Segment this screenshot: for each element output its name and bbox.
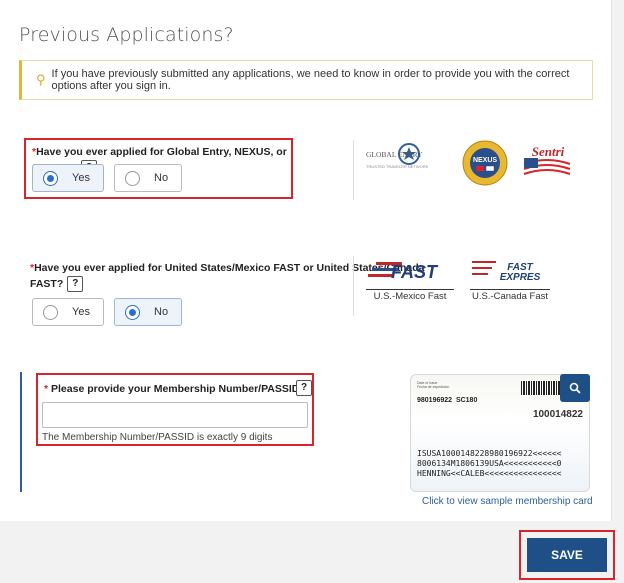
radio-empty-icon <box>43 304 58 320</box>
radio-fast-no[interactable]: No <box>114 298 182 326</box>
save-highlight: SAVE <box>519 530 615 580</box>
question-text-line2: FAST? <box>30 278 64 290</box>
global-entry-logo-subtext: TRUSTED TRAVELER NETWORK <box>366 164 429 169</box>
membership-hint: The Membership Number/PASSID is exactly … <box>42 432 273 443</box>
radio-empty-icon <box>125 170 140 186</box>
card-barcode <box>521 381 563 395</box>
nexus-logo-text: NEXUS <box>473 157 497 164</box>
fast-canada-logo: FAST EXPRES U.S.-Canada Fast <box>470 258 550 302</box>
radio-selected-icon <box>125 304 140 320</box>
svg-text:EXPRES: EXPRES <box>500 272 541 282</box>
divider <box>353 256 354 316</box>
global-entry-logo-text: GLOBAL ENTRY <box>366 150 423 159</box>
search-icon <box>569 382 581 394</box>
question-text: Please provide your Membership Number/PA… <box>51 383 300 395</box>
zoom-card-button[interactable] <box>560 374 590 402</box>
help-button[interactable]: ? <box>67 276 84 293</box>
radio-label: No <box>154 172 169 184</box>
page-title: Previous Applications? <box>19 24 234 46</box>
radio-global-entry-no[interactable]: No <box>114 164 182 192</box>
notice-text: If you have previously submitted any app… <box>51 68 570 92</box>
radio-label: No <box>154 306 169 318</box>
help-button[interactable]: ? <box>296 380 312 396</box>
main-card: Previous Applications? ⚲ If you have pre… <box>0 0 612 521</box>
required-asterisk: * <box>44 383 49 395</box>
fast-mexico-logo-text: FAST <box>391 262 439 282</box>
fast-mexico-caption: U.S.-Mexico Fast <box>366 289 454 302</box>
nexus-logo: NEXUS <box>462 140 508 186</box>
divider <box>353 140 354 200</box>
fast-canada-caption: U.S.-Canada Fast <box>470 289 550 302</box>
radio-selected-icon <box>43 170 58 186</box>
save-button[interactable]: SAVE <box>527 538 607 572</box>
radio-label: Yes <box>72 172 90 184</box>
sentri-logo: Sentri <box>522 142 572 182</box>
card-fine-print: Date of issue Fecha de expedicion <box>417 381 450 389</box>
membership-number-input[interactable] <box>42 402 308 428</box>
radio-fast-yes[interactable]: Yes <box>32 298 104 326</box>
question-membership-label: * Please provide your Membership Number/… <box>44 381 299 397</box>
view-sample-card-link[interactable]: Click to view sample membership card <box>422 496 593 507</box>
global-entry-logo: GLOBAL ENTRY TRUSTED TRAVELER NETWORK <box>364 142 454 174</box>
lightbulb-icon: ⚲ <box>36 72 46 87</box>
radio-label: Yes <box>72 306 90 318</box>
card-mrz: ISUSA1000148228980196922<<<<<< 8006134M1… <box>417 449 562 478</box>
question-fast-label-line2: FAST?? <box>30 276 84 293</box>
radio-global-entry-yes[interactable]: Yes <box>32 164 104 192</box>
card-number: 100014822 <box>532 409 583 420</box>
sentri-logo-text: Sentri <box>532 144 565 159</box>
info-notice: ⚲ If you have previously submitted any a… <box>19 60 593 100</box>
card-passid: 980196922 SC180 <box>417 397 478 404</box>
fast-mexico-logo: FAST U.S.-Mexico Fast <box>366 258 454 302</box>
section-accent-bar <box>20 372 22 492</box>
